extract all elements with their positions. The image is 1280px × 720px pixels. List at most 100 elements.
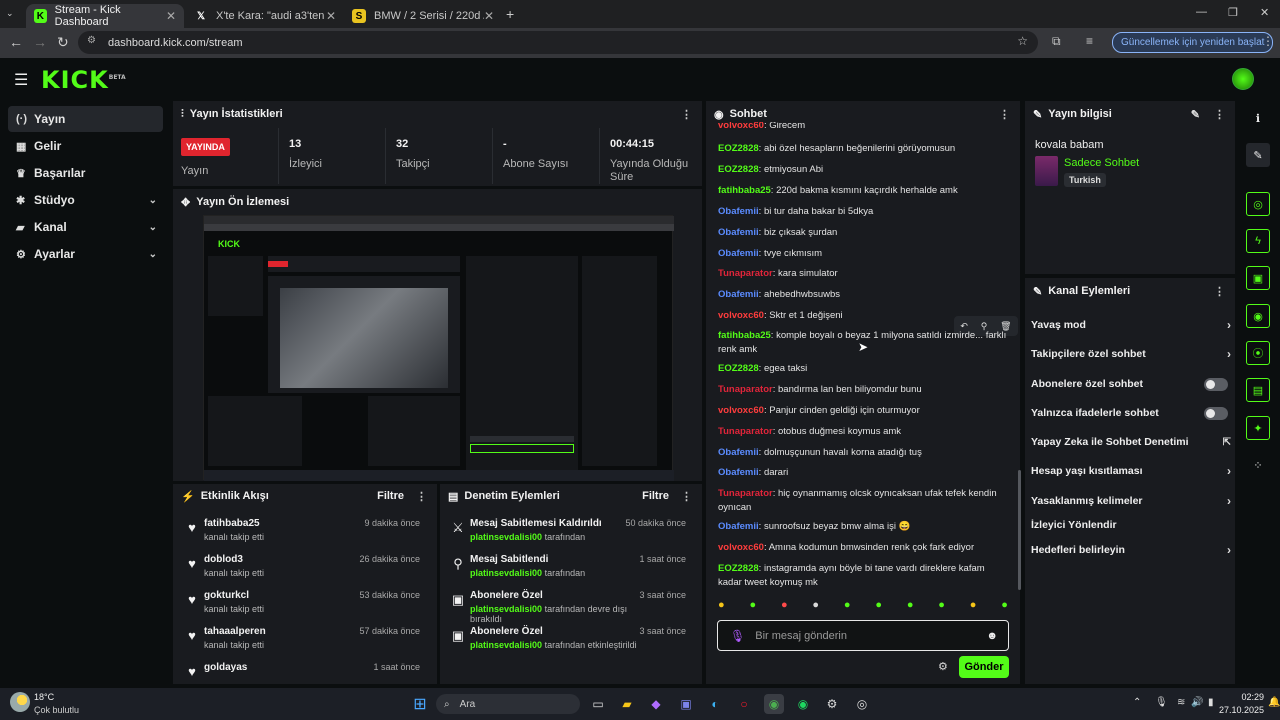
action-banned-words[interactable]: Yasaklanmış kelimeler › [1031,490,1231,512]
more-icon[interactable]: ⋮ [681,108,692,121]
spotify-icon[interactable]: ◉ [793,694,813,714]
browser-menu-icon[interactable]: ⋮ [1262,34,1274,48]
target-icon[interactable]: ◎ [1246,192,1270,216]
chat-username[interactable]: EOZ2828 [718,563,759,574]
action-slow-mode[interactable]: Yavaş mod › [1031,314,1231,336]
media-icon[interactable]: ≡ [1086,34,1093,48]
chat-username[interactable]: volvoxc60 [718,122,764,130]
reload-icon[interactable]: ↻ [57,34,69,51]
chat-username[interactable]: volvoxc60 [718,405,764,416]
obs-icon[interactable]: ◎ [852,694,872,714]
action-ai-moderation[interactable]: Yapay Zeka ile Sohbet Denetimi ⇱ [1031,431,1231,453]
gift-icon[interactable]: ▣ [1246,266,1270,290]
chat-username[interactable]: Tunaparator [718,268,773,279]
chat-settings-icon[interactable]: ⚙ [938,660,948,673]
window-close-button[interactable]: ✕ [1260,6,1269,19]
minimize-button[interactable]: — [1196,6,1207,18]
extensions-icon[interactable]: ⧉ [1052,34,1061,49]
chat-username[interactable]: EOZ2828 [718,363,759,374]
chat-username[interactable]: Obafemii [718,289,759,300]
chat-message[interactable]: Obafemii: sunroofsuz beyaz bmw alma işi … [718,520,1008,534]
activity-filter-button[interactable]: Filtre [377,490,404,502]
sidebar-item-gelir[interactable]: ▦ Gelir [8,133,163,159]
kick-logo[interactable]: KICKBETA [41,66,126,94]
wrench-icon[interactable]: ✦ [1246,416,1270,440]
more-icon[interactable]: ⋮ [1214,285,1225,298]
chat-username[interactable]: Obafemii [718,447,759,458]
sidebar-item-studyo[interactable]: ✱ Stüdyo ⌄ [8,187,163,213]
tab-bmw[interactable]: S BMW / 2 Serisi / 220d / M Spo ✕ [344,4,502,28]
emote-icon[interactable]: ● [1001,599,1008,617]
toggle-switch[interactable] [1204,406,1228,420]
chat-message[interactable]: Tunaparator: bandırma lan ben biliyomdur… [718,383,1008,397]
chat-message[interactable]: Obafemii: darari [718,466,1008,480]
copilot-icon[interactable]: ◆ [646,694,666,714]
chrome-icon[interactable]: ◉ [764,694,784,714]
microphone-icon[interactable]: 🎙 [730,629,745,643]
emote-icon[interactable]: ● [970,599,977,617]
edit-icon[interactable]: ✎ [1246,143,1270,167]
chat-username[interactable]: volvoxc60 [718,542,764,553]
chat-message[interactable]: volvoxc60: Girecem [718,122,1008,130]
edit-icon[interactable]: ✎ [1191,108,1200,121]
toggle-switch[interactable] [1204,377,1228,391]
action-emotes-only[interactable]: Yalnızca ifadelerle sohbet [1031,402,1231,424]
user-avatar[interactable] [1232,68,1254,90]
url-input[interactable]: ⚙ dashboard.kick.com/stream ☆ [78,31,1038,54]
emote-icon[interactable]: ● [781,599,788,617]
chat-scrollbar[interactable] [1018,470,1021,590]
chat-username[interactable]: Tunaparator [718,384,773,395]
windows-start-icon[interactable]: ⊞ [410,694,430,714]
chat-message[interactable]: Obafemii: dolmuşçunun havalı korna atadı… [718,446,1008,460]
back-icon[interactable]: ← [9,34,23,50]
volume-icon[interactable]: 🔊 [1191,697,1203,708]
emote-icon[interactable]: ● [875,599,882,617]
chat-message[interactable]: EOZ2828: etmiyosun Abi [718,163,1008,177]
chat-username[interactable]: EOZ2828 [718,164,759,175]
tab-kick-dashboard[interactable]: K Stream - Kick Dashboard ✕ [26,4,184,28]
sidebar-item-basarilar[interactable]: ♛ Başarılar [8,160,163,186]
chat-username[interactable]: Tunaparator [718,488,773,499]
new-tab-button[interactable]: + [506,6,514,22]
action-raid[interactable]: İzleyici Yönlendir [1031,514,1231,536]
more-icon[interactable]: ⋮ [681,490,692,503]
weather-temp[interactable]: 18°C [34,692,54,702]
teams-icon[interactable]: ▣ [676,694,696,714]
chat-message[interactable]: fatihbaba25: 220d bakma kısmını kaçırdık… [718,184,1008,198]
category-name[interactable]: Sadece Sohbet [1064,157,1139,169]
close-icon[interactable]: ✕ [326,9,336,23]
moderation-filter-button[interactable]: Filtre [642,490,669,502]
emote-icon[interactable]: ● [749,599,756,617]
stream-preview-video[interactable]: KICK [203,215,674,481]
chat-message[interactable]: EOZ2828: abi özel hesapların beğenilerin… [718,142,1008,156]
site-info-icon[interactable]: ⚙ [87,35,96,46]
bolt-icon[interactable]: ϟ [1246,229,1270,253]
chat-message[interactable]: Tunaparator: kara simulator [718,267,1008,281]
chat-message[interactable]: EOZ2828: egea taksi [718,362,1008,376]
more-icon[interactable]: ⋮ [1214,108,1225,121]
close-icon[interactable]: ✕ [484,9,494,23]
action-followers-only[interactable]: Takipçilere özel sohbet › [1031,343,1231,365]
bookmark-icon[interactable]: ☆ [1017,34,1028,48]
action-subscribers-only[interactable]: Abonelere özel sohbet [1031,373,1231,395]
steam-icon[interactable]: ⚙ [822,694,842,714]
hamburger-menu-icon[interactable]: ☰ [14,70,28,90]
more-icon[interactable]: ⋮ [416,490,427,503]
forward-icon[interactable]: → [33,34,47,50]
microphone-icon[interactable]: 🎙 [1155,697,1168,708]
emote-icon[interactable]: ● [938,599,945,617]
send-button[interactable]: Gönder [959,656,1009,678]
file-explorer-icon[interactable]: ▰ [617,694,637,714]
chat-message[interactable]: fatihbaba25: komple boyalı o beyaz 1 mil… [718,329,1008,357]
sidebar-item-kanal[interactable]: ▰ Kanal ⌄ [8,214,163,240]
close-icon[interactable]: ✕ [166,9,176,23]
chat-bubble-icon[interactable]: ◉ [1246,304,1270,328]
chat-message[interactable]: Obafemii: biz çıksak şurdan [718,226,1008,240]
notification-icon[interactable]: 🔔 [1268,697,1280,708]
chat-message[interactable]: Tunaparator: hiç oynanmamış olcsk oynıca… [718,487,1008,515]
emoji-icon[interactable]: ☻ [986,630,998,642]
edge-icon[interactable]: ◐ [705,694,725,714]
sidebar-item-ayarlar[interactable]: ⚙ Ayarlar ⌄ [8,241,163,267]
chat-message[interactable]: Tunaparator: otobus duğmesi koymus amk [718,425,1008,439]
chat-message[interactable]: Obafemii: ahebedhwbsuwbs [718,288,1008,302]
